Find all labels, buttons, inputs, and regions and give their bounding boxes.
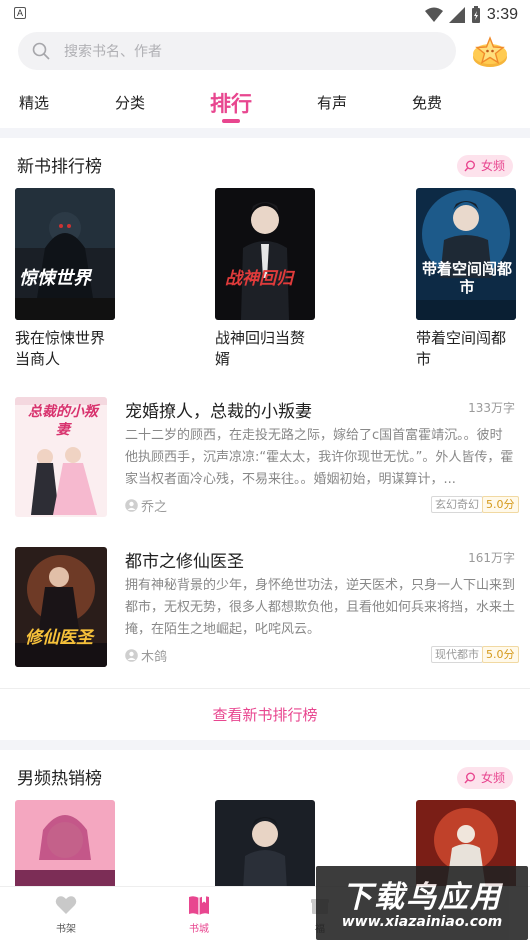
- cover-text-4: 总裁的小叛妻: [28, 404, 98, 438]
- cover-art-3: [416, 188, 516, 320]
- search-input[interactable]: 搜索书名、作者: [18, 32, 456, 70]
- book-cover-1[interactable]: 惊悚世界: [15, 188, 115, 320]
- list-item-2[interactable]: 修仙医圣 都市之修仙医圣 161万字 拥有神秘背景的少年，身怀绝世功法，逆天医术…: [0, 547, 530, 669]
- genre-tag-1: 玄幻奇幻: [431, 496, 483, 513]
- search-row: 搜索书名、作者: [18, 32, 518, 72]
- status-icons: 3:39: [424, 4, 518, 26]
- list-title-1: 宠婚撩人，总裁的小叛妻: [125, 402, 312, 422]
- list-author-1: 乔之: [125, 496, 167, 515]
- cover-art-5: [15, 547, 107, 667]
- switch-icon: [464, 160, 475, 172]
- author-icon: [125, 499, 138, 512]
- book-title-1[interactable]: 我在惊悚世界 当商人: [15, 328, 115, 370]
- author-name-2: 木鸽: [141, 650, 168, 665]
- tab-ranking[interactable]: 排行: [210, 88, 252, 118]
- tab-free[interactable]: 免费: [412, 92, 442, 113]
- cover-art-2: [215, 188, 315, 320]
- list-desc-1: 二十二岁的顾西，在走投无路之际，嫁给了c国首富霍靖沉。。彼时他执顾西手，沉声凉凉…: [125, 428, 514, 487]
- list-words-1: 133万字: [468, 401, 515, 415]
- cover-text-1: 惊悚世界: [19, 268, 91, 289]
- nav-bookstore[interactable]: 书城: [169, 893, 229, 935]
- watermark-title: 下载鸟应用: [342, 880, 502, 915]
- cover-text-5: 修仙医圣: [25, 628, 93, 648]
- section-divider: [0, 740, 530, 750]
- book-icon: [189, 896, 209, 915]
- search-placeholder: 搜索书名、作者: [64, 44, 162, 60]
- book-cover-6[interactable]: [15, 800, 115, 890]
- app-notification-icon: A: [14, 7, 26, 19]
- list-cover-1: 总裁的小叛妻: [15, 397, 107, 517]
- list-desc-2: 拥有神秘背景的少年，身怀绝世功法，逆天医术，只身一人下山来到都市，无权无势，很多…: [125, 578, 515, 637]
- gender-label: 女频: [480, 159, 505, 173]
- category-tabs: 精选 分类 排行 有声 免费: [0, 84, 530, 124]
- list-author-2: 木鸽: [125, 646, 167, 665]
- book-cover-7[interactable]: [215, 800, 315, 890]
- wifi-icon: [424, 7, 443, 22]
- list-title-2: 都市之修仙医圣: [125, 552, 244, 572]
- book-title-3[interactable]: 带着空间闯都 市: [416, 328, 516, 370]
- score-badge-2: 5.0分: [482, 646, 519, 663]
- gender-switch-badge[interactable]: 女频: [457, 155, 513, 177]
- book-title-2-line2: 婿: [215, 350, 231, 368]
- list-cover-2: 修仙医圣: [15, 547, 107, 667]
- signal-icon: [448, 7, 465, 23]
- book-title-1-line1: 我在惊悚世界: [15, 329, 106, 347]
- book-title-2-line1: 战神回归当赘: [215, 329, 306, 347]
- section-title-new-books: 新书排行榜: [17, 157, 102, 177]
- section-title-male-bestsellers: 男频热销榜: [17, 769, 102, 789]
- cover-text-2: 战神回归: [225, 269, 293, 289]
- search-icon: [32, 42, 50, 60]
- tab-featured[interactable]: 精选: [19, 92, 49, 113]
- view-new-book-ranking-link[interactable]: 查看新书排行榜: [0, 688, 530, 740]
- book-title-3-line2: 市: [416, 350, 432, 368]
- book-cover-3[interactable]: 带着空间闯都市: [416, 188, 516, 320]
- site-watermark: 下载鸟应用 www.xiazainiao.com: [316, 866, 528, 940]
- gender-label: 女频: [480, 771, 505, 785]
- gender-switch-badge[interactable]: 女频: [457, 767, 513, 789]
- tab-audio[interactable]: 有声: [317, 92, 347, 113]
- nav-bookshelf-label: 书架: [56, 924, 76, 935]
- tab-categories[interactable]: 分类: [115, 92, 145, 113]
- book-cover-2[interactable]: 战神回归: [215, 188, 315, 320]
- status-bar: A 3:39: [0, 0, 530, 30]
- list-words-2: 161万字: [468, 551, 515, 565]
- cover-art-1: [15, 188, 115, 320]
- tab-indicator: [222, 119, 240, 123]
- book-title-1-line2: 当商人: [15, 350, 61, 368]
- author-name-1: 乔之: [141, 500, 168, 515]
- battery-icon: [471, 6, 480, 23]
- list-item-1[interactable]: 总裁的小叛妻 宠婚撩人，总裁的小叛妻 133万字 二十二岁的顾西，在走投无路之际…: [0, 397, 530, 519]
- cover-art-7: [215, 800, 315, 890]
- author-icon: [125, 649, 138, 662]
- status-time: 3:39: [486, 6, 518, 23]
- genre-tag-2: 现代都市: [431, 646, 483, 663]
- section-divider: [0, 128, 530, 138]
- score-badge-1: 5.0分: [482, 496, 519, 513]
- book-title-2[interactable]: 战神回归当赘 婿: [215, 328, 315, 370]
- coin-star-icon[interactable]: [470, 33, 510, 69]
- nav-bookstore-label: 书城: [189, 924, 209, 935]
- cover-art-6: [15, 800, 115, 890]
- book-title-3-line1: 带着空间闯都: [416, 329, 507, 347]
- switch-icon: [464, 772, 475, 784]
- watermark-url: www.xiazainiao.com: [341, 914, 503, 930]
- nav-bookshelf[interactable]: 书架: [36, 893, 96, 935]
- cover-text-3: 带着空间闯都市: [422, 260, 513, 296]
- heart-icon: [55, 896, 77, 914]
